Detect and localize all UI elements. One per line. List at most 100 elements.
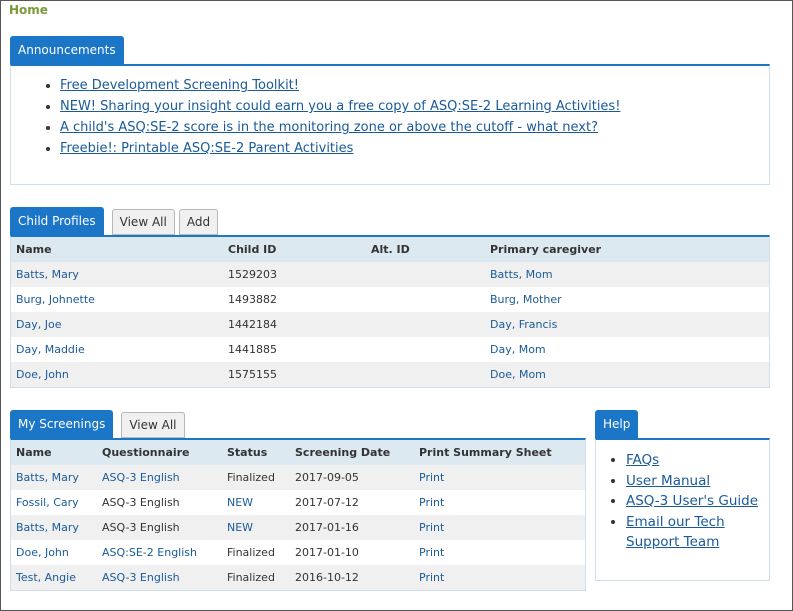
screening-name-link[interactable]: Doe, John xyxy=(16,546,69,559)
table-row: Batts, Mary ASQ-3 English Finalized 2017… xyxy=(11,465,585,490)
column-header-primary-caregiver: Primary caregiver xyxy=(485,237,769,262)
cell-name: Burg, Johnette xyxy=(11,287,223,312)
caregiver-link[interactable]: Day, Francis xyxy=(490,318,557,331)
child-name-link[interactable]: Batts, Mary xyxy=(16,268,79,281)
cell-caregiver: Day, Francis xyxy=(485,312,769,337)
table-header-row: Name Child ID Alt. ID Primary caregiver xyxy=(11,237,769,262)
tab-my-screenings[interactable]: My Screenings xyxy=(10,410,114,438)
cell-questionnaire: ASQ-3 English xyxy=(97,465,222,490)
announcement-item: A child's ASQ:SE-2 score is in the monit… xyxy=(60,118,769,139)
announcements-tabs: Announcements xyxy=(10,36,124,64)
questionnaire-link[interactable]: ASQ-3 English xyxy=(102,571,180,584)
cell-alt-id xyxy=(366,312,485,337)
help-item: ASQ-3 User's Guide xyxy=(626,491,769,512)
tab-announcements[interactable]: Announcements xyxy=(10,36,124,64)
table-row: Fossil, Cary ASQ-3 English NEW 2017-07-1… xyxy=(11,490,585,515)
table-header-row: Name Questionnaire Status Screening Date… xyxy=(11,440,585,465)
child-profiles-table: Name Child ID Alt. ID Primary caregiver … xyxy=(11,237,769,387)
announcement-link[interactable]: Freebie!: Printable ASQ:SE-2 Parent Acti… xyxy=(60,141,353,156)
cell-child-id: 1529203 xyxy=(223,262,366,287)
help-item: FAQs xyxy=(626,450,769,471)
child-name-link[interactable]: Day, Joe xyxy=(16,318,61,331)
announcement-link[interactable]: A child's ASQ:SE-2 score is in the monit… xyxy=(60,120,598,135)
screening-name-link[interactable]: Batts, Mary xyxy=(16,471,79,484)
print-link[interactable]: Print xyxy=(419,546,444,559)
cell-name: Batts, Mary xyxy=(11,262,223,287)
cell-name: Batts, Mary xyxy=(11,465,97,490)
screening-name-link[interactable]: Test, Angie xyxy=(16,571,76,584)
cell-alt-id xyxy=(366,262,485,287)
column-header-name: Name xyxy=(11,440,97,465)
table-row: Batts, Mary ASQ-3 English NEW 2017-01-16… xyxy=(11,515,585,540)
table-row: Batts, Mary 1529203 Batts, Mom xyxy=(11,262,769,287)
add-child-button[interactable]: Add xyxy=(178,209,219,235)
child-name-link[interactable]: Doe, John xyxy=(16,368,69,381)
email-support-link[interactable]: Email our Tech Support Team xyxy=(626,514,725,551)
cell-caregiver: Day, Mom xyxy=(485,337,769,362)
tab-help[interactable]: Help xyxy=(595,410,639,438)
caregiver-link[interactable]: Day, Mom xyxy=(490,343,546,356)
child-profiles-panel: Name Child ID Alt. ID Primary caregiver … xyxy=(10,235,770,388)
cell-status: Finalized xyxy=(222,540,290,565)
cell-child-id: 1575155 xyxy=(223,362,366,387)
table-row: Day, Maddie 1441885 Day, Mom xyxy=(11,337,769,362)
cell-alt-id xyxy=(366,287,485,312)
cell-status: NEW xyxy=(222,490,290,515)
cell-screening-date: 2017-09-05 xyxy=(290,465,414,490)
questionnaire-link[interactable]: ASQ-3 English xyxy=(102,471,180,484)
questionnaire-link[interactable]: ASQ:SE-2 English xyxy=(102,546,197,559)
screenings-view-all-button[interactable]: View All xyxy=(121,412,185,438)
announcement-link[interactable]: Free Development Screening Toolkit! xyxy=(60,78,299,93)
cell-caregiver: Doe, Mom xyxy=(485,362,769,387)
print-link[interactable]: Print xyxy=(419,571,444,584)
my-screenings-tabs: My Screenings View All xyxy=(10,410,185,438)
cell-screening-date: 2017-07-12 xyxy=(290,490,414,515)
screening-name-link[interactable]: Batts, Mary xyxy=(16,521,79,534)
help-section: Help FAQs User Manual ASQ-3 User's Guide… xyxy=(595,410,770,581)
cell-name: Test, Angie xyxy=(11,565,97,590)
print-link[interactable]: Print xyxy=(419,471,444,484)
cell-questionnaire: ASQ-3 English xyxy=(97,490,222,515)
cell-print: Print xyxy=(414,515,585,540)
column-header-child-id: Child ID xyxy=(223,237,366,262)
column-header-alt-id: Alt. ID xyxy=(366,237,485,262)
help-list: FAQs User Manual ASQ-3 User's Guide Emai… xyxy=(596,440,769,553)
announcements-list: Free Development Screening Toolkit! NEW!… xyxy=(11,66,769,160)
child-name-link[interactable]: Day, Maddie xyxy=(16,343,85,356)
faqs-link[interactable]: FAQs xyxy=(626,452,659,468)
column-header-name: Name xyxy=(11,237,223,262)
cell-print: Print xyxy=(414,565,585,590)
print-link[interactable]: Print xyxy=(419,496,444,509)
table-row: Burg, Johnette 1493882 Burg, Mother xyxy=(11,287,769,312)
screening-name-link[interactable]: Fossil, Cary xyxy=(16,496,79,509)
cell-child-id: 1493882 xyxy=(223,287,366,312)
announcement-item: Free Development Screening Toolkit! xyxy=(60,76,769,97)
tab-child-profiles[interactable]: Child Profiles xyxy=(10,207,104,235)
breadcrumb-home[interactable]: Home xyxy=(9,3,48,17)
cell-name: Day, Maddie xyxy=(11,337,223,362)
users-guide-link[interactable]: ASQ-3 User's Guide xyxy=(626,493,758,509)
announcement-item: NEW! Sharing your insight could earn you… xyxy=(60,97,769,118)
print-link[interactable]: Print xyxy=(419,521,444,534)
cell-questionnaire: ASQ:SE-2 English xyxy=(97,540,222,565)
child-name-link[interactable]: Burg, Johnette xyxy=(16,293,95,306)
cell-child-id: 1442184 xyxy=(223,312,366,337)
help-item: Email our Tech Support Team xyxy=(626,512,769,553)
caregiver-link[interactable]: Burg, Mother xyxy=(490,293,562,306)
child-profiles-view-all-button[interactable]: View All xyxy=(111,209,175,235)
cell-print: Print xyxy=(414,465,585,490)
cell-screening-date: 2017-01-10 xyxy=(290,540,414,565)
cell-print: Print xyxy=(414,540,585,565)
caregiver-link[interactable]: Batts, Mom xyxy=(490,268,553,281)
table-row: Day, Joe 1442184 Day, Francis xyxy=(11,312,769,337)
cell-status: Finalized xyxy=(222,565,290,590)
caregiver-link[interactable]: Doe, Mom xyxy=(490,368,546,381)
announcement-link[interactable]: NEW! Sharing your insight could earn you… xyxy=(60,99,620,114)
cell-name: Batts, Mary xyxy=(11,515,97,540)
cell-alt-id xyxy=(366,362,485,387)
cell-caregiver: Burg, Mother xyxy=(485,287,769,312)
cell-questionnaire: ASQ-3 English xyxy=(97,515,222,540)
announcements-panel: Free Development Screening Toolkit! NEW!… xyxy=(10,64,770,185)
column-header-questionnaire: Questionnaire xyxy=(97,440,222,465)
user-manual-link[interactable]: User Manual xyxy=(626,473,710,489)
